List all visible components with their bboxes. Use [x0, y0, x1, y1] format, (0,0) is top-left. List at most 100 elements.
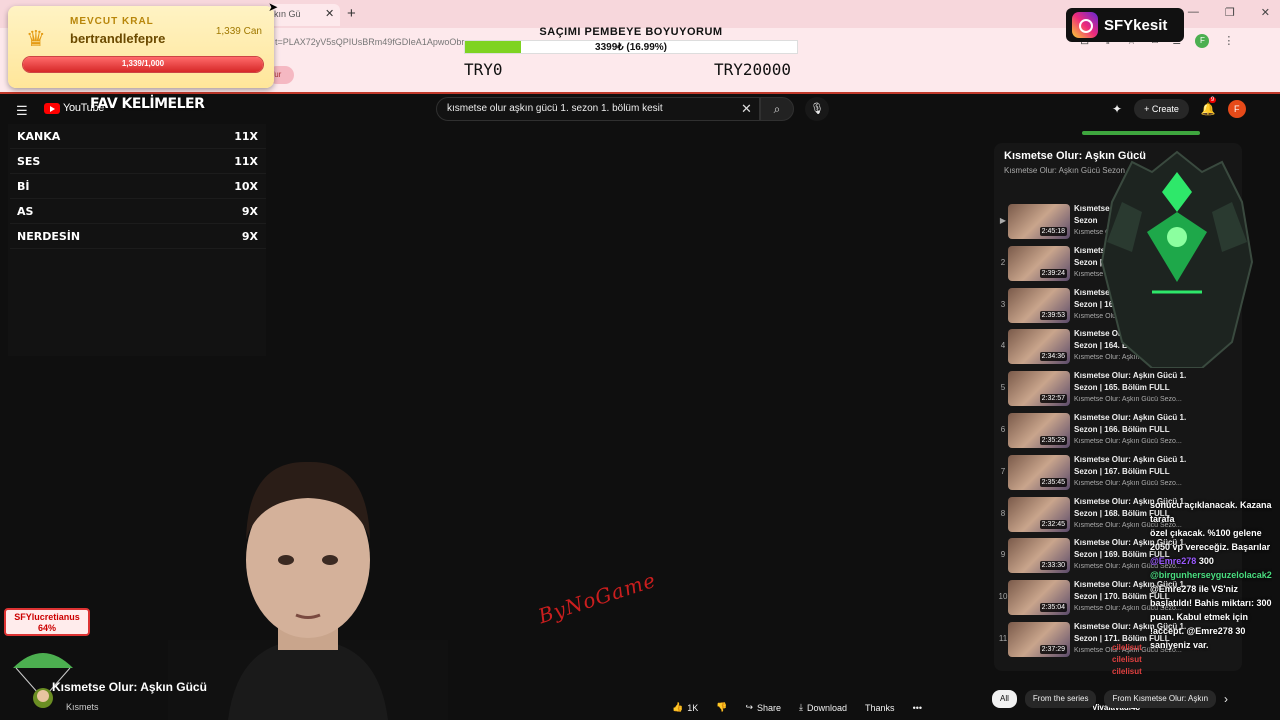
- fav-row: Bİ 10X: [10, 174, 266, 199]
- playlist-thumbnail[interactable]: 2:39:24: [1008, 245, 1070, 281]
- playlist-thumbnail[interactable]: 2:35:45: [1008, 454, 1070, 490]
- maximize-icon[interactable]: ❐: [1225, 6, 1235, 19]
- playlist-thumbnail[interactable]: 2:37:29: [1008, 622, 1070, 657]
- share-button[interactable]: ↪ Share: [745, 702, 781, 713]
- chevron-right-icon[interactable]: ›: [1224, 690, 1228, 708]
- playlist-item[interactable]: 6 2:35:29 Kısmetse Olur: Aşkın Gücü 1. Sez…: [994, 411, 1228, 451]
- mouse-cursor-icon: ➤: [268, 0, 279, 14]
- new-tab-icon[interactable]: +: [347, 5, 356, 22]
- header-actions: ✦ + Create 🔔 9 F: [1112, 97, 1246, 119]
- tab-close-icon[interactable]: ✕: [325, 7, 334, 20]
- create-button[interactable]: + Create: [1134, 99, 1189, 119]
- king-coins: 1,339 Can: [215, 26, 262, 37]
- more-actions-button[interactable]: •••: [913, 702, 922, 713]
- playlist-thumbnail[interactable]: 2:32:57: [1008, 371, 1070, 407]
- chip-all[interactable]: All: [992, 690, 1017, 708]
- playlist-progress-line: [1082, 131, 1200, 135]
- playlist-thumbnail[interactable]: 2:39:53: [1008, 287, 1070, 323]
- video-duration: 2:33:30: [1039, 561, 1067, 571]
- playlist-thumbnail[interactable]: 2:33:30: [1008, 538, 1070, 574]
- like-button[interactable]: 👍 1K: [672, 702, 698, 713]
- fav-count: 11X: [234, 129, 258, 143]
- playlist-item-channel: Kısmetse Olur: Aşkın Gücü Sezo...: [1074, 438, 1182, 445]
- video-actions: 👍 1K 👎 ↪ Share ⤓ Download Thanks •••: [672, 702, 922, 713]
- playlist-item-title[interactable]: Kısmetse Olur: Aşkın Gücü 1. Sezon | 167…: [1074, 454, 1192, 478]
- playlist-item-title[interactable]: Kısmetse Olur: Aşkın Gücü 1. Sezon | 166…: [1074, 412, 1192, 436]
- goal-progress-bar: 3399₺ (16.99%): [464, 40, 798, 54]
- chat-user: cilelisut: [1112, 655, 1142, 664]
- minimize-icon[interactable]: —: [1188, 6, 1199, 19]
- king-progress-text: 1,339/1,000: [121, 59, 165, 68]
- voice-search-icon[interactable]: 🎙: [805, 97, 829, 121]
- thumbs-down-icon: 👎: [716, 702, 728, 712]
- share-label: Share: [757, 702, 782, 713]
- instagram-badge: SFYkesit: [1066, 8, 1184, 42]
- playlist-item[interactable]: 5 2:32:57 Kısmetse Olur: Aşkın Gücü 1. Sez…: [994, 369, 1228, 409]
- fav-word: KANKA: [17, 129, 61, 143]
- page-scrollbar[interactable]: [1272, 94, 1280, 720]
- king-name: bertrandlefepre: [70, 31, 166, 46]
- video-duration: 2:35:45: [1039, 477, 1067, 487]
- browser-menu-icon[interactable]: ⋮: [1223, 34, 1234, 48]
- recommendation-chips: All From the series From Kısmetse Olur: …: [992, 690, 1228, 708]
- window-controls: — ❐ ✕: [1188, 6, 1270, 19]
- chip-from-channel[interactable]: From Kısmetse Olur: Aşkın: [1104, 690, 1217, 708]
- ai-sparkle-icon[interactable]: ✦: [1112, 102, 1122, 116]
- king-progress-bar: 1,339/1,000: [22, 56, 264, 73]
- download-label: Download: [807, 702, 848, 713]
- chat-line: özel çıkacak. %100 gelene 2050 vp verece…: [1150, 528, 1271, 552]
- chat-line: @birgunherseyguzelolacak26, @Emre278 ile…: [1150, 568, 1280, 652]
- more-icon: •••: [912, 702, 923, 713]
- parachute-percent: 64%: [37, 623, 56, 633]
- address-bar[interactable]: t=PLAX72yV5sQPIUsBRm49fGDIeA1ApwoObr: [275, 37, 465, 47]
- playlist-thumbnail[interactable]: 2:34:36: [1008, 329, 1070, 365]
- playlist-item-channel: Kısmetse Olur: Aşkın Gücü Sezo...: [1074, 479, 1182, 487]
- chat-text: @Emre278 ile VS'niz başlatıldı! Bahis mi…: [1150, 584, 1272, 650]
- video-duration: 2:35:04: [1039, 603, 1067, 613]
- menu-icon[interactable]: ☰: [16, 103, 28, 119]
- playlist-thumbnail[interactable]: 2:35:29: [1008, 413, 1070, 448]
- playlist-item[interactable]: 7 2:35:45 Kısmetse Olur: Aşkın Gücü 1. Sez…: [994, 453, 1228, 493]
- profile-avatar[interactable]: F: [1195, 34, 1210, 48]
- clear-search-icon[interactable]: ✕: [741, 101, 752, 117]
- instagram-icon: [1072, 12, 1098, 38]
- armor-avatar-image: [1100, 150, 1254, 368]
- playlist-item-index: 3: [1000, 299, 1006, 309]
- fav-count: 9X: [241, 204, 258, 218]
- notifications-icon[interactable]: 🔔 9: [1201, 97, 1217, 116]
- notification-badge: 9: [1208, 97, 1217, 103]
- playlist-thumbnail[interactable]: 2:45:18: [1008, 204, 1070, 239]
- download-button[interactable]: ⤓ Download: [799, 702, 847, 713]
- fav-count: 11X: [234, 154, 258, 168]
- watermark-text: ByNoGame: [535, 567, 659, 629]
- playlist-item-index: 9: [1000, 550, 1006, 560]
- parachute-name: SFYlucretianus: [14, 612, 80, 622]
- fav-count: 9X: [241, 229, 258, 243]
- dislike-button[interactable]: 👎: [716, 702, 727, 713]
- king-label: MEVCUT KRAL: [70, 16, 154, 27]
- channel-name[interactable]: Kısmets: [66, 702, 99, 712]
- fav-count: 10X: [234, 179, 258, 193]
- fav-words-list: KANKA 11X SES 11X Bİ 10X AS 9X NERDESİN 9X: [10, 124, 266, 249]
- search-input[interactable]: kısmetse olur aşkın gücü 1. sezon 1. böl…: [436, 97, 760, 121]
- playlist-thumbnail[interactable]: 2:32:45: [1008, 496, 1070, 532]
- create-label: Create: [1151, 104, 1179, 114]
- youtube-play-icon: [44, 102, 60, 114]
- search-button[interactable]: ⌕: [760, 97, 794, 121]
- chip-from-series[interactable]: From the series: [1024, 690, 1097, 708]
- playlist-item-title[interactable]: Kısmetse Olur: Aşkın Gücü 1. Sezon | 165…: [1074, 370, 1192, 394]
- video-duration: 2:37:29: [1039, 645, 1067, 654]
- video-duration: 2:32:57: [1039, 394, 1067, 404]
- playlist-item-index: 11: [998, 634, 1008, 643]
- fav-word: SES: [17, 154, 41, 168]
- chat-user: cilelisut: [1112, 643, 1142, 652]
- close-window-icon[interactable]: ✕: [1261, 6, 1270, 19]
- playlist-thumbnail[interactable]: 2:35:04: [1008, 580, 1070, 616]
- chat-user: cilelisut: [1112, 667, 1142, 676]
- video-duration: 2:45:18: [1039, 227, 1067, 236]
- thanks-label: Thanks: [865, 702, 895, 713]
- user-avatar[interactable]: F: [1227, 100, 1246, 118]
- chat-user: @birgunherseyguzelolacak26,: [1150, 570, 1280, 580]
- video-title: Kısmetse Olur: Aşkın Gücü: [52, 680, 207, 694]
- thanks-button[interactable]: Thanks: [865, 702, 895, 713]
